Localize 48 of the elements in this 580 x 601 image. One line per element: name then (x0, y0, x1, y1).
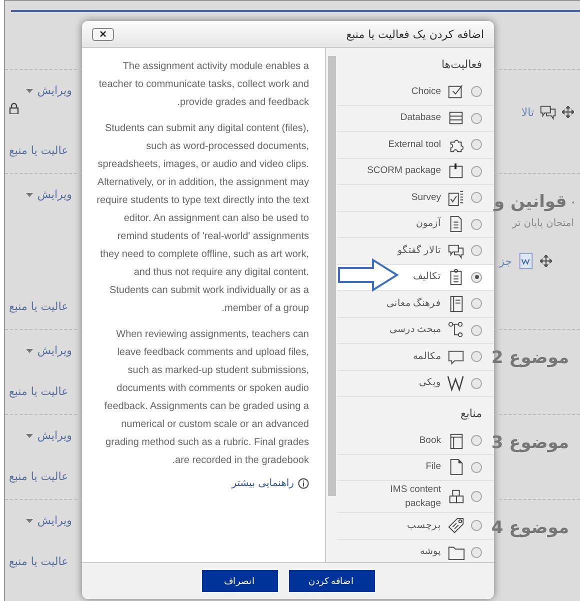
add-activity-link[interactable]: عالیت یا منبع (9, 300, 68, 313)
dialog-button[interactable]: اضافه کردن (288, 570, 374, 592)
edit-menu[interactable]: ویرایش (26, 514, 72, 527)
caret-icon (26, 518, 34, 522)
info-icon (298, 478, 309, 489)
section-title: موضوع 3 (491, 433, 569, 453)
add-activity-link[interactable]: عالیت یا منبع (9, 555, 68, 568)
group-heading: فعالیت‌ها (440, 57, 483, 73)
help-link[interactable]: راهنمایی بیشتر (232, 478, 309, 489)
document-icon (517, 251, 535, 271)
module-option[interactable]: External tool (337, 132, 494, 158)
dialog-title: اضافه کردن یک فعالیت یا منبع (346, 28, 484, 40)
module-option[interactable]: SCORM package (337, 158, 494, 185)
module-option[interactable]: مکالمه (337, 344, 494, 370)
description-paragraph: The assignment activity module enables a teacher to communicate tasks, collect work and provide grades and feedback. (98, 60, 309, 110)
module-option[interactable]: File (337, 454, 494, 481)
lock-icon (9, 103, 19, 114)
description-paragraph: Students can submit any digital content (files), such as word-processed documents, spreadsheets, images, or audio and video clips. Alternatively, or in addition, the assignment may require students to type text directly into the text editor. An assignment can also be used to remind students of 'real-world' assignments they need to complete offline, such as art work, and thus not require any digital content. Students can submit work individually or as a member of a group. (96, 122, 309, 316)
module-option[interactable]: Book (337, 428, 494, 454)
module-option[interactable]: ویکی (337, 370, 494, 397)
add-activity-link[interactable]: عالیت یا منبع (9, 470, 68, 483)
section-summary: امتحان پایان تر (511, 218, 574, 229)
description-paragraph: When reviewing assignments, teachers can leave feedback comments and upload files, such as marked-up student submissions, documents with comments or spoken audio feedback. Assignments can be graded using a numerical or custom scale or an advanced grading method such as a rubric. Final grades are recorded in the gradebook. (103, 328, 309, 468)
tag-icon (447, 516, 465, 536)
module-option[interactable]: مبحث درسی (337, 318, 494, 344)
section-title: قوانین و (494, 192, 567, 212)
edit-menu[interactable]: ویرایش (26, 344, 72, 357)
edit-menu[interactable]: ویرایش (26, 429, 72, 442)
caret-icon (26, 88, 34, 92)
add-activity-link[interactable]: عالیت یا منبع (9, 385, 68, 398)
module-option[interactable]: Survey (337, 185, 494, 212)
section-title: موضوع 4 (491, 518, 569, 538)
close-button[interactable]: × (92, 28, 114, 40)
caret-icon (26, 434, 34, 438)
add-activity-link[interactable]: عالیت یا منبع (9, 144, 68, 157)
edit-menu[interactable]: ویرایش (26, 84, 72, 97)
edit-menu[interactable]: ویرایش (26, 188, 72, 201)
caret-icon (26, 348, 34, 352)
caret-icon (26, 192, 34, 196)
module-option[interactable]: Database (337, 106, 494, 132)
section-title: موضوع 2 (491, 348, 569, 368)
scrollbar[interactable] (325, 48, 337, 562)
module-option[interactable]: فرهنگ معانی (337, 291, 494, 318)
module-option[interactable]: Choice (337, 79, 494, 106)
module-option[interactable]: آزمون (337, 212, 494, 238)
pointer-arrow (337, 258, 399, 292)
dialog-button[interactable]: انصراف (202, 570, 278, 592)
group-heading: منابع (460, 406, 483, 422)
